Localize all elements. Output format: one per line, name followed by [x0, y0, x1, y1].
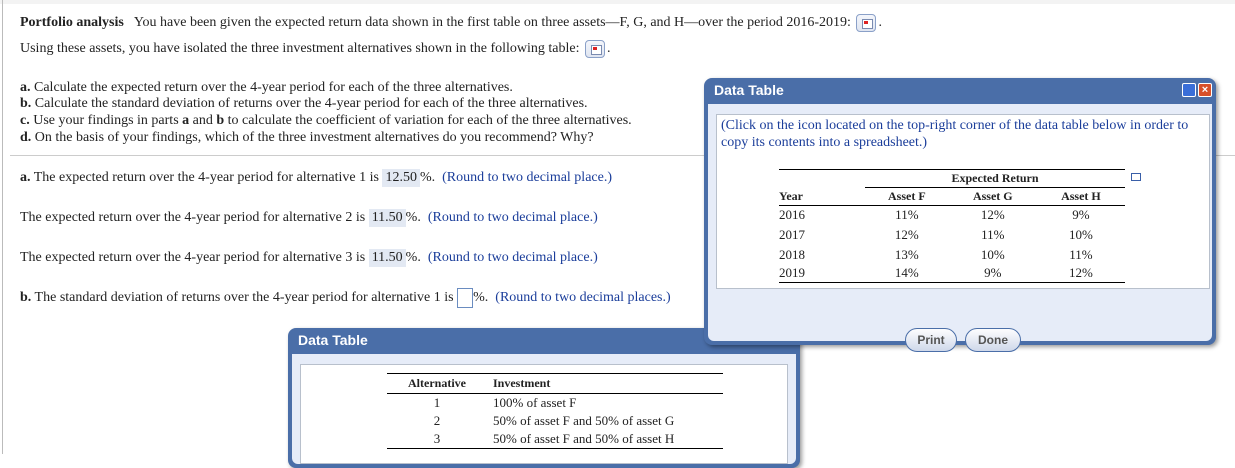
answer-text: The expected return over the 4-year peri…	[20, 210, 366, 225]
cell: 12%	[1069, 264, 1093, 280]
table-row: 2019 14% 9% 12%	[779, 264, 1125, 282]
answer-row-1: a. The expected return over the 4-year p…	[20, 169, 612, 187]
dialog-title: Data Table	[714, 82, 784, 98]
col-header: Year	[779, 188, 803, 203]
answer-field-3[interactable]: 11.50	[368, 249, 406, 267]
answer-field-2[interactable]: 11.50	[368, 209, 406, 227]
answer-text: The expected return over the 4-year peri…	[33, 170, 379, 185]
cell: 2016	[779, 206, 805, 222]
dialog-body: (Click on the icon located on the top-ri…	[708, 104, 1212, 352]
table-panel: Alternative Investment 1 100% of asset F 2…	[300, 364, 788, 464]
copy-note: (Click on the icon located on the top-ri…	[721, 118, 1189, 150]
intro-text-2: Using these assets, you have isolated th…	[20, 41, 580, 57]
table-row: 3 50% of asset F and 50% of asset H	[387, 430, 723, 449]
cell: 2018	[779, 246, 805, 262]
cell: 9%	[1072, 206, 1090, 222]
part-letter: b.	[20, 96, 32, 111]
data-table-2-icon[interactable]	[584, 40, 605, 58]
hint: (Round to two decimal place.)	[442, 170, 613, 185]
part-b: b. Calculate the standard deviation of r…	[20, 96, 588, 112]
cell: 13%	[894, 246, 919, 262]
cell: 2017	[779, 226, 805, 242]
table-panel: (Click on the icon located on the top-ri…	[716, 114, 1210, 289]
part-text: to calculate the coefficient of variatio…	[227, 113, 632, 128]
answer-row-4: b. The standard deviation of returns ove…	[20, 288, 671, 308]
col-header: Investment	[493, 376, 551, 390]
answer-text: The standard deviation of returns over t…	[34, 290, 454, 306]
part-text: Calculate the expected return over the 4…	[34, 80, 513, 95]
cell: 14%	[894, 264, 919, 280]
data-table-1-icon[interactable]	[856, 14, 877, 32]
problem-title: Portfolio analysis	[20, 15, 124, 31]
cell: 100% of asset F	[493, 395, 577, 410]
answer-text: The expected return over the 4-year peri…	[20, 250, 366, 265]
cell: 11%	[895, 206, 919, 222]
col-header: Asset F	[888, 188, 926, 203]
cell: 10%	[980, 246, 1005, 262]
cell: 11%	[1069, 246, 1093, 262]
cell: 12%	[894, 226, 919, 242]
table-row: 1 100% of asset F	[387, 394, 723, 413]
table-row: 2 50% of asset F and 50% of asset G	[387, 412, 723, 430]
data-table-dialog-returns: Data Table × (Click on the icon located …	[704, 78, 1216, 352]
dialog-body: Alternative Investment 1 100% of asset F 2…	[292, 354, 796, 464]
cell: 1	[433, 395, 441, 410]
answer-field-sd[interactable]	[457, 288, 474, 308]
part-letter: a.	[20, 80, 31, 95]
part-letter: c.	[20, 113, 30, 128]
alternatives-table: Alternative Investment 1 100% of asset F 2…	[387, 373, 723, 449]
intro-line-2: Using these assets, you have isolated th…	[20, 40, 611, 58]
part-letter: d.	[20, 130, 32, 145]
cell: 3	[433, 431, 441, 446]
top-strip	[0, 0, 1235, 4]
answer-field-1[interactable]: 12.50	[382, 169, 420, 187]
hint: (Round to two decimal place.)	[427, 210, 598, 225]
answer-letter: a.	[20, 170, 31, 185]
hint: (Round to two decimal places.)	[495, 290, 671, 306]
done-button[interactable]: Done	[965, 328, 1021, 352]
part-c: c. Use your findings in parts a and b to…	[20, 113, 632, 129]
hint: (Round to two decimal place.)	[427, 250, 598, 265]
dialog-title: Data Table	[298, 332, 368, 348]
minimize-icon[interactable]	[1182, 83, 1196, 97]
intro-text-1: You have been given the expected return …	[133, 15, 851, 31]
col-header: Alternative	[408, 376, 466, 390]
answer-row-2: The expected return over the 4-year peri…	[20, 209, 598, 227]
answer-row-3: The expected return over the 4-year peri…	[20, 249, 598, 267]
unit: %.	[405, 250, 421, 265]
cell: 11%	[981, 226, 1005, 242]
col-header: Asset H	[1061, 188, 1101, 203]
part-text: On the basis of your findings, which of …	[34, 130, 594, 145]
table-row: 2017 12% 11% 10%	[779, 224, 1125, 246]
cell: 12%	[980, 206, 1005, 222]
cell: 9%	[984, 264, 1002, 280]
part-text: and	[192, 113, 213, 128]
left-border	[2, 0, 3, 454]
part-ref-a: a	[182, 113, 190, 128]
part-text: Calculate the standard deviation of retu…	[34, 96, 588, 111]
table-row: 2018 13% 10% 11%	[779, 246, 1125, 264]
table-row: 2016 11% 12% 9%	[779, 205, 1125, 224]
cell: 50% of asset F and 50% of asset H	[493, 431, 675, 446]
returns-table: Expected Return Year Asset F Asset G Asset …	[779, 169, 1125, 283]
cell: 2	[433, 413, 441, 428]
copy-to-spreadsheet-icon[interactable]	[1131, 173, 1141, 181]
cell: 10%	[1069, 226, 1093, 242]
group-header: Expected Return	[865, 169, 1125, 188]
answer-letter: b.	[20, 290, 32, 306]
intro-line-1: Portfolio analysis You have been given t…	[20, 14, 882, 32]
cell: 2019	[779, 264, 805, 280]
part-ref-b: b	[216, 113, 225, 128]
close-icon[interactable]: ×	[1198, 83, 1212, 97]
part-d: d. On the basis of your findings, which …	[20, 130, 594, 146]
unit: %.	[405, 210, 421, 225]
cell: 50% of asset F and 50% of asset G	[493, 413, 675, 428]
data-table-dialog-alternatives: Data Table Alternative Investment 1 100% o…	[288, 328, 800, 468]
part-a: a. Calculate the expected return over th…	[20, 80, 513, 96]
unit: %.	[419, 170, 436, 185]
print-button[interactable]: Print	[905, 328, 957, 352]
col-header: Asset G	[972, 188, 1013, 203]
unit: %.	[473, 290, 489, 306]
part-text: Use your findings in parts	[33, 113, 179, 128]
